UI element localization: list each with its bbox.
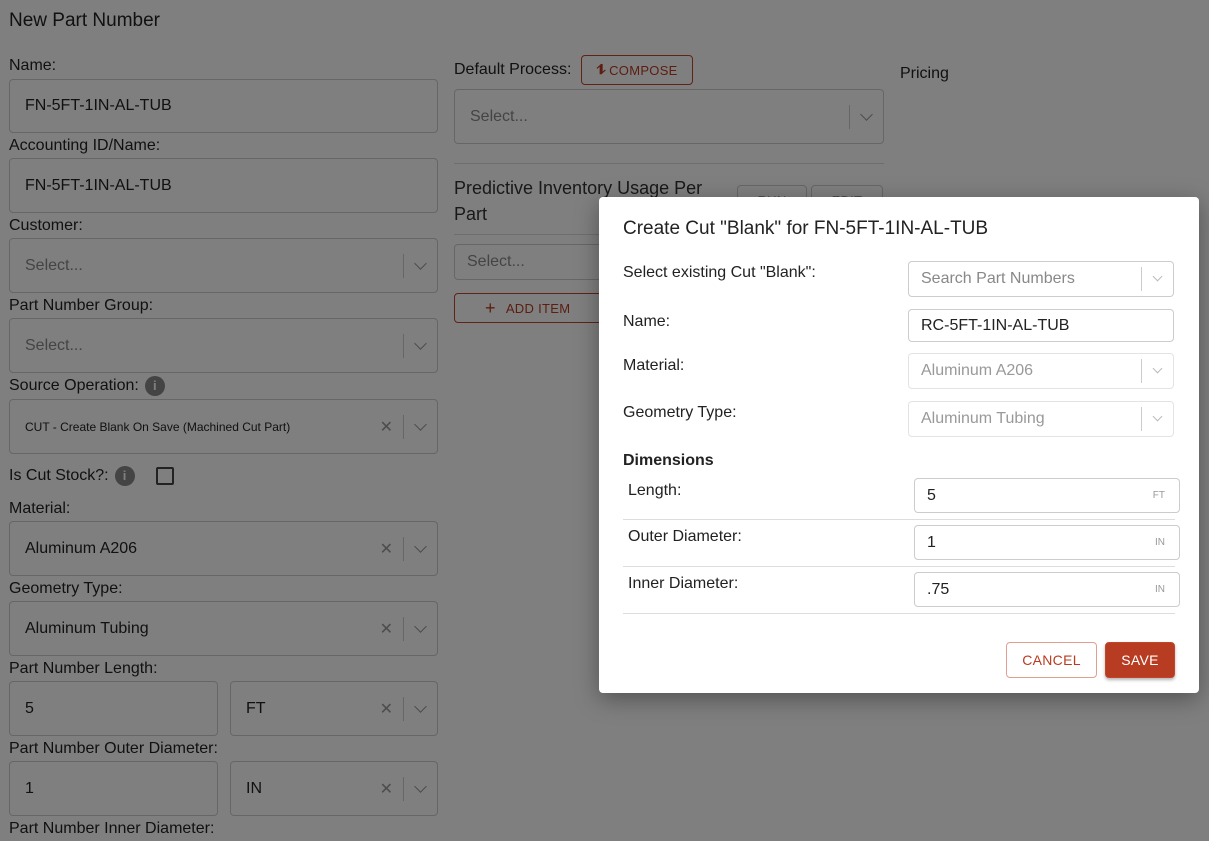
dialog-title: Create Cut "Blank" for FN-5FT-1IN-AL-TUB xyxy=(623,218,989,239)
blank-material-label: Material: xyxy=(623,357,685,374)
chevron-down-icon[interactable] xyxy=(1152,271,1163,282)
dim-outer-input[interactable]: 1 IN xyxy=(914,525,1180,560)
chevron-down-icon xyxy=(1152,363,1163,374)
chevron-down-icon xyxy=(1152,411,1163,422)
dim-length-input[interactable]: 5 FT xyxy=(914,478,1180,513)
blank-name-input[interactable]: RC-5FT-1IN-AL-TUB xyxy=(908,309,1174,342)
cancel-button[interactable]: CANCEL xyxy=(1006,642,1097,678)
divider xyxy=(623,613,1175,614)
dim-length-value: 5 xyxy=(927,486,936,504)
blank-material-select: Aluminum A206 xyxy=(908,353,1174,389)
dim-length-unit: FT xyxy=(1152,490,1165,501)
blank-geometry-select: Aluminum Tubing xyxy=(908,401,1174,437)
dim-outer-value: 1 xyxy=(927,533,936,551)
save-button[interactable]: SAVE xyxy=(1105,642,1175,678)
existing-blank-placeholder: Search Part Numbers xyxy=(921,270,1075,287)
dim-inner-label: Inner Diameter: xyxy=(628,575,739,592)
dim-outer-label: Outer Diameter: xyxy=(628,528,742,545)
dimensions-heading: Dimensions xyxy=(623,452,714,469)
blank-geometry-value: Aluminum Tubing xyxy=(921,410,1045,427)
dim-inner-input[interactable]: .75 IN xyxy=(914,572,1180,607)
blank-name-value: RC-5FT-1IN-AL-TUB xyxy=(921,316,1070,334)
dim-inner-value: .75 xyxy=(927,580,950,598)
blank-geometry-label: Geometry Type: xyxy=(623,404,737,421)
existing-blank-label: Select existing Cut "Blank": xyxy=(623,264,816,281)
dim-length-label: Length: xyxy=(628,482,682,499)
blank-name-label: Name: xyxy=(623,313,671,330)
create-blank-dialog: Create Cut "Blank" for FN-5FT-1IN-AL-TUB… xyxy=(599,197,1199,693)
dim-inner-unit: IN xyxy=(1155,584,1165,595)
blank-material-value: Aluminum A206 xyxy=(921,362,1034,379)
dim-outer-unit: IN xyxy=(1155,537,1165,548)
existing-blank-search[interactable]: Search Part Numbers xyxy=(908,261,1174,297)
divider xyxy=(623,519,1175,520)
divider xyxy=(623,566,1175,567)
